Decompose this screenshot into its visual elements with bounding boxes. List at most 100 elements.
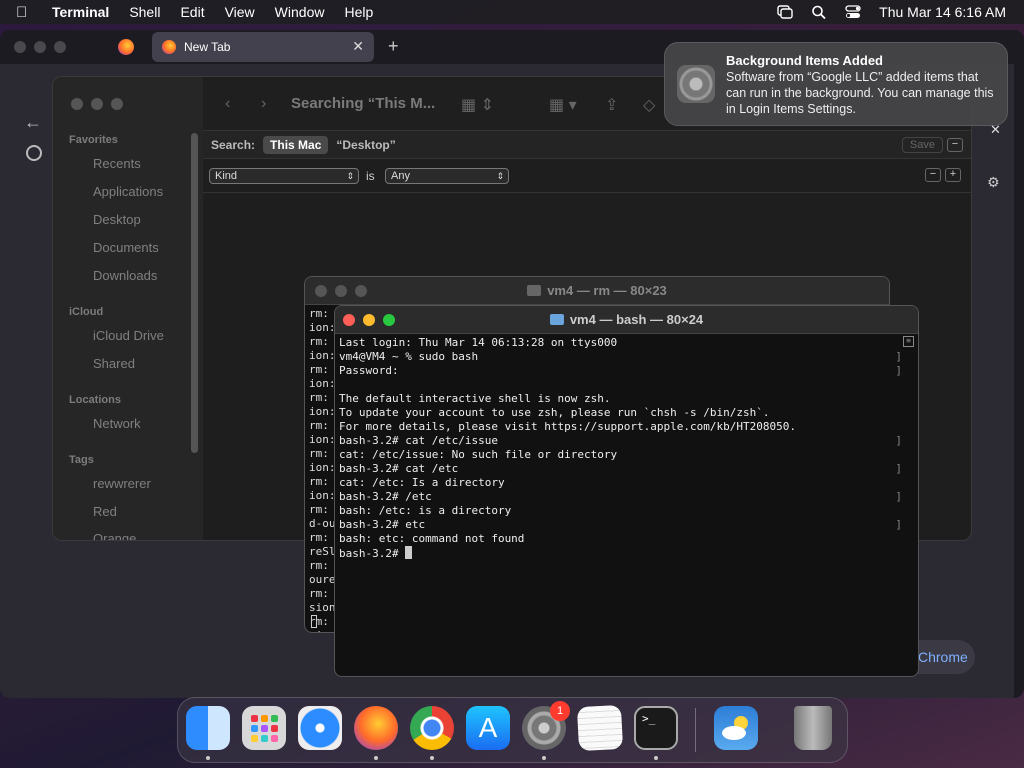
spotlight-search-icon[interactable]	[811, 5, 827, 20]
search-criteria-row: Kind ⇕ is Any ⇕ − +	[203, 159, 971, 193]
back-icon[interactable]: ‹	[225, 95, 230, 113]
finder-icon[interactable]	[186, 706, 230, 750]
close-tab-icon[interactable]: ✕	[352, 38, 364, 55]
notification-background-items[interactable]: Background Items Added Software from “Go…	[664, 42, 1008, 126]
bracket-mark: ]	[895, 350, 902, 363]
terminal-line: rm:	[309, 447, 329, 460]
sidebar-item-applications[interactable]: Applications	[93, 184, 163, 199]
terminal-line: Password:	[339, 364, 399, 377]
menu-app-name[interactable]: Terminal	[52, 4, 109, 20]
back-arrow-icon[interactable]: ←	[24, 112, 42, 133]
screen-mirroring-icon[interactable]	[777, 5, 793, 19]
terminal-split-icon[interactable]: ≡	[903, 336, 914, 347]
scope-this-mac[interactable]: This Mac	[263, 135, 329, 154]
search-label: Search:	[211, 137, 256, 152]
chrome-icon[interactable]	[410, 706, 454, 750]
terminal-line: sion	[309, 629, 336, 632]
tab-title: New Tab	[184, 40, 231, 54]
save-search-button[interactable]: Save	[901, 137, 943, 153]
folder-icon	[527, 285, 542, 296]
notification-title: Background Items Added	[726, 53, 883, 68]
launchpad-icon[interactable]	[242, 706, 286, 750]
sidebar-item-recents[interactable]: Recents	[93, 156, 141, 171]
terminal-line: ion:	[309, 461, 336, 474]
sidebar-tag-red[interactable]: Red	[93, 504, 117, 519]
sidebar-item-downloads[interactable]: Downloads	[93, 268, 157, 283]
terminal-bash-titlebar[interactable]: vm4 — bash — 80×24	[335, 306, 918, 334]
sidebar-scrollbar[interactable]	[191, 133, 198, 453]
terminal-line: rm:	[309, 419, 329, 432]
menu-window[interactable]: Window	[275, 4, 325, 20]
sidebar-item-icloud-drive[interactable]: iCloud Drive	[93, 328, 164, 343]
menu-view[interactable]: View	[225, 4, 255, 20]
firefox-view-icon[interactable]	[118, 39, 134, 55]
firefox-icon[interactable]	[354, 706, 398, 750]
finder-close-button[interactable]	[71, 98, 83, 110]
terminal-line: cat: /etc: Is a directory	[339, 476, 505, 489]
running-indicator	[654, 756, 658, 760]
app-store-icon[interactable]: A	[466, 706, 510, 750]
terminal-line: To update your account to use zsh, pleas…	[339, 406, 770, 419]
remove-criteria-icon[interactable]: −	[947, 138, 963, 152]
sidebar-item-network[interactable]: Network	[93, 416, 141, 431]
view-toggle-icon[interactable]: ▦ ⇕	[461, 95, 494, 115]
browser-zoom-button[interactable]	[54, 41, 66, 53]
terminal-line: rm:	[309, 559, 329, 572]
remove-rule-icon[interactable]: −	[925, 168, 941, 182]
tag-icon[interactable]: ◇	[643, 95, 655, 115]
terminal-line: ion:	[309, 377, 336, 390]
group-icon[interactable]: ▦ ▾	[549, 95, 577, 115]
terminal-line: bash-3.2# /etc	[339, 490, 432, 503]
share-icon[interactable]: ⇪	[605, 95, 618, 115]
sidebar-tag-orange[interactable]: Orange	[93, 531, 136, 540]
system-settings-gear-icon	[677, 65, 715, 103]
terminal-rm-titlebar[interactable]: vm4 — rm — 80×23	[305, 277, 889, 305]
settings-gear-icon[interactable]: ⚙	[987, 174, 1000, 191]
terminal-line: ion:	[309, 349, 336, 362]
criteria-attribute-select[interactable]: Kind ⇕	[209, 168, 359, 184]
terminal-line: oure	[309, 573, 336, 586]
terminal-line: vm4@VM4 ~ % sudo bash	[339, 350, 479, 363]
apple-menu-icon[interactable]: 	[16, 4, 38, 21]
globe-icon[interactable]	[26, 145, 42, 161]
bracket-mark: ]	[895, 518, 902, 531]
forward-icon[interactable]: ›	[261, 95, 266, 113]
terminal-bash-title-text: vm4 — bash — 80×24	[569, 312, 704, 327]
weather-icon[interactable]	[714, 706, 758, 750]
criteria-value-select[interactable]: Any ⇕	[385, 168, 509, 184]
browser-minimize-button[interactable]	[34, 41, 46, 53]
sidebar-item-desktop[interactable]: Desktop	[93, 212, 141, 227]
sidebar-item-documents[interactable]: Documents	[93, 240, 159, 255]
textedit-icon[interactable]	[576, 704, 624, 752]
finder-zoom-button[interactable]	[111, 98, 123, 110]
control-center-icon[interactable]	[845, 5, 861, 19]
menu-shell[interactable]: Shell	[129, 4, 160, 20]
notification-body: Software from “Google LLC” added items t…	[726, 70, 994, 116]
safari-icon[interactable]	[298, 706, 342, 750]
new-tab-plus-icon[interactable]: +	[388, 36, 399, 57]
tab-new-tab[interactable]: New Tab ✕	[152, 32, 374, 62]
terminal-window-bash[interactable]: vm4 — bash — 80×24 Last login: Thu Mar 1…	[334, 305, 919, 677]
notification-badge: 1	[550, 701, 570, 721]
notification-close-icon[interactable]: ✕	[990, 122, 1001, 138]
terminal-icon[interactable]: >_	[634, 706, 678, 750]
bracket-mark: ]	[895, 434, 902, 447]
menu-help[interactable]: Help	[344, 4, 373, 20]
terminal-line: rm:	[309, 335, 329, 348]
sidebar-item-shared[interactable]: Shared	[93, 356, 135, 371]
sidebar-section-locations: Locations	[69, 394, 121, 406]
scope-desktop[interactable]: “Desktop”	[336, 138, 395, 152]
terminal-line: bash: /etc: is a directory	[339, 504, 512, 517]
terminal-cursor	[405, 546, 413, 559]
finder-minimize-button[interactable]	[91, 98, 103, 110]
browser-close-button[interactable]	[14, 41, 26, 53]
terminal-bash-output[interactable]: Last login: Thu Mar 14 06:13:28 on ttys0…	[339, 336, 796, 561]
menu-clock[interactable]: Thu Mar 14 6:16 AM	[879, 4, 1006, 20]
trash-icon[interactable]	[794, 706, 832, 750]
add-rule-icon[interactable]: +	[945, 168, 961, 182]
terminal-line: rm:	[309, 531, 329, 544]
menu-edit[interactable]: Edit	[180, 4, 204, 20]
terminal-line: ion:	[309, 405, 336, 418]
sidebar-tag-rewwrerer[interactable]: rewwrerer	[93, 476, 151, 491]
terminal-line: rm:	[309, 475, 329, 488]
